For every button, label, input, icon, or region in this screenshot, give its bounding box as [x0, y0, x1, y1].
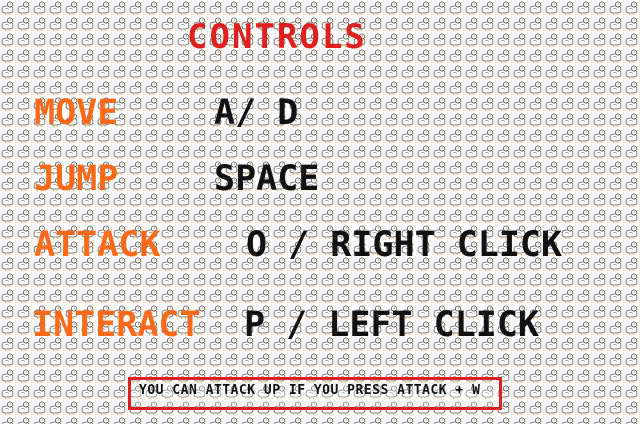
move-label: MOVE: [34, 93, 119, 133]
interact-label: INTERACT: [32, 305, 201, 345]
jump-label: JUMP: [34, 159, 119, 199]
attack-up-tip: YOU CAN ATTACK UP IF YOU PRESS ATTACK + …: [139, 383, 481, 398]
duck-pattern-background: [0, 0, 640, 424]
attack-keys: O / RIGHT CLICK: [246, 225, 563, 265]
jump-keys: SPACE: [214, 159, 320, 199]
controls-title: CONTROLS: [187, 17, 367, 57]
move-keys: A/ D: [214, 93, 299, 133]
interact-keys: P / LEFT CLICK: [244, 305, 540, 345]
attack-label: ATTACK: [34, 225, 161, 265]
